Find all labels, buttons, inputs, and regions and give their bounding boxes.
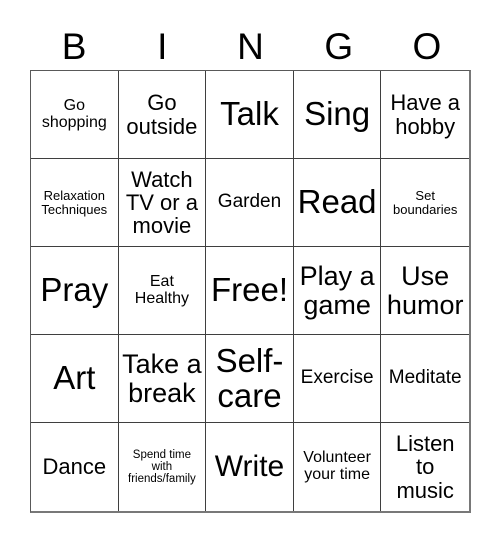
bingo-grid: Go shopping Go outside Talk Sing Have a … (30, 70, 471, 513)
bingo-cell-b5[interactable]: Dance (31, 423, 119, 511)
bingo-cell-label: Relaxation Techniques (41, 187, 108, 217)
bingo-cell-b2[interactable]: Relaxation Techniques (31, 159, 119, 247)
bingo-cell-o5[interactable]: Listen to music (381, 423, 469, 511)
bingo-cell-b4[interactable]: Art (31, 335, 119, 423)
bingo-cell-o2[interactable]: Set boundaries (381, 159, 469, 247)
bingo-cell-n3-free[interactable]: Free! (206, 247, 294, 335)
bingo-cell-label: Watch TV or a movie (125, 166, 198, 239)
bingo-cell-label: Go outside (126, 90, 198, 139)
bingo-cell-label: Spend time with friends/family (128, 448, 196, 486)
bingo-cell-i2[interactable]: Watch TV or a movie (118, 159, 207, 247)
bingo-cell-label: Use humor (386, 260, 464, 320)
bingo-cell-label: Have a hobby (390, 90, 461, 139)
bingo-cell-label: Sing (304, 95, 371, 133)
header-letter-n: N (237, 25, 264, 67)
header-letter-i: I (157, 25, 168, 67)
bingo-cell-label: Meditate (388, 367, 462, 389)
bingo-cell-label: Take a break (122, 348, 202, 408)
bingo-cell-label: Volunteer your time (303, 449, 371, 483)
bingo-cell-label: Free! (210, 271, 288, 309)
bingo-cell-o4[interactable]: Meditate (381, 335, 469, 423)
bingo-card: B I N G O Go shopping Go outside Talk Si… (0, 0, 500, 544)
bingo-cell-g3[interactable]: Play a game (293, 247, 382, 335)
bingo-header: B I N G O (30, 22, 471, 70)
bingo-cell-n1[interactable]: Talk (206, 71, 294, 159)
bingo-cell-label: Self-care (215, 341, 284, 414)
bingo-cell-i3[interactable]: Eat Healthy (118, 247, 207, 335)
bingo-cell-label: Play a game (299, 260, 375, 320)
bingo-cell-g5[interactable]: Volunteer your time (293, 423, 382, 511)
bingo-cell-label: Pray (40, 271, 109, 309)
bingo-cell-g4[interactable]: Exercise (293, 335, 382, 423)
header-letter-g: G (324, 25, 354, 67)
bingo-cell-label: Art (53, 359, 96, 397)
bingo-cell-g1[interactable]: Sing (293, 71, 382, 159)
bingo-cell-n4[interactable]: Self-care (206, 335, 294, 423)
bingo-cell-i4[interactable]: Take a break (118, 335, 207, 423)
bingo-cell-i1[interactable]: Go outside (118, 71, 207, 159)
bingo-cell-label: Garden (217, 191, 282, 213)
bingo-cell-n2[interactable]: Garden (206, 159, 294, 247)
bingo-cell-o3[interactable]: Use humor (381, 247, 469, 335)
bingo-cell-o1[interactable]: Have a hobby (381, 71, 469, 159)
bingo-cell-label: Eat Healthy (134, 272, 190, 307)
bingo-cell-label: Read (297, 183, 377, 221)
header-letter-b: B (61, 25, 87, 67)
bingo-cell-label: Talk (220, 95, 279, 133)
bingo-cell-label: Exercise (300, 367, 374, 389)
bingo-cell-label: Set boundaries (393, 187, 458, 217)
header-letter-o: O (412, 25, 442, 67)
bingo-cell-label: Write (214, 450, 285, 484)
bingo-cell-b1[interactable]: Go shopping (31, 71, 119, 159)
bingo-cell-label: Listen to music (395, 431, 455, 503)
bingo-cell-label: Go shopping (41, 96, 107, 131)
bingo-cell-g2[interactable]: Read (293, 159, 382, 247)
bingo-cell-n5[interactable]: Write (206, 423, 294, 511)
bingo-cell-b3[interactable]: Pray (31, 247, 119, 335)
bingo-cell-label: Dance (42, 454, 107, 480)
bingo-cell-i5[interactable]: Spend time with friends/family (118, 423, 207, 511)
